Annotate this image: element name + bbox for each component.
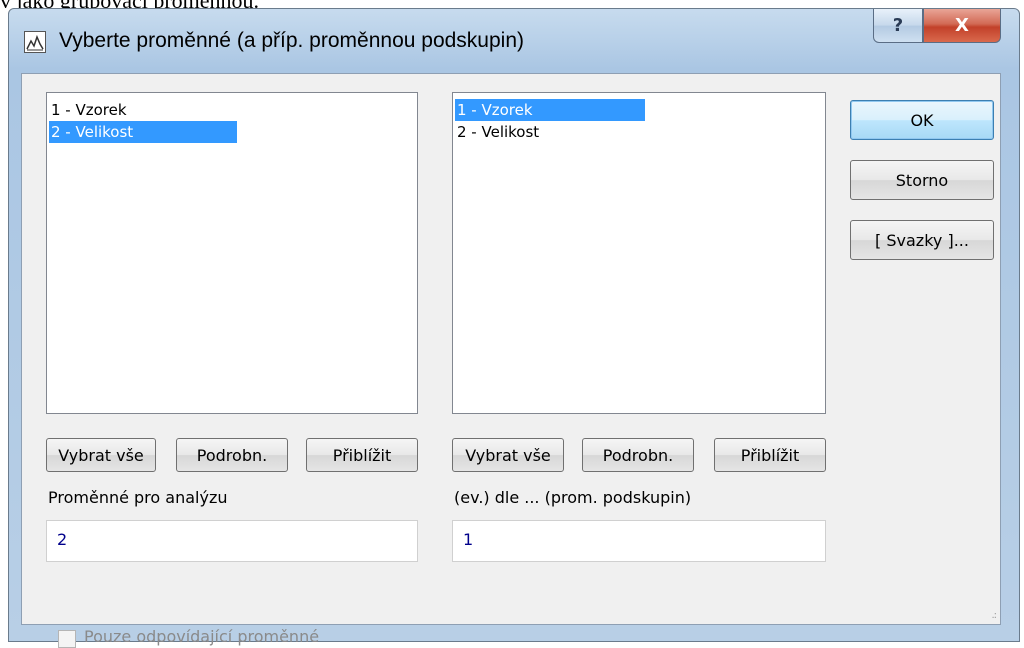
close-icon: X (955, 15, 969, 36)
title-bar: Vyberte proměnné (a příp. proměnnou pods… (9, 9, 1019, 73)
grouping-variables-listbox[interactable]: 1 - Vzorek 2 - Velikost (452, 92, 826, 414)
right-details-button[interactable]: Podrobn. (582, 438, 694, 472)
help-icon: ? (892, 15, 904, 36)
right-select-all-button[interactable]: Vybrat vše (452, 438, 564, 472)
left-select-all-button[interactable]: Vybrat vše (46, 438, 156, 472)
cancel-button[interactable]: Storno (850, 160, 994, 200)
analysis-variables-label: Proměnné pro analýzu (48, 488, 228, 507)
grouping-variables-label: (ev.) dle ... (prom. podskupin) (454, 488, 692, 507)
dialog-client: 1 - Vzorek 2 - Velikost Vybrat vše Podro… (21, 73, 1001, 648)
window-title: Vyberte proměnné (a příp. proměnnou pods… (59, 29, 524, 52)
dialog-window: Vyberte proměnné (a příp. proměnnou pods… (8, 8, 1020, 648)
resize-grip-icon[interactable]: .: (991, 610, 996, 621)
ok-button[interactable]: OK (850, 100, 994, 140)
variables-listbox[interactable]: 1 - Vzorek 2 - Velikost (46, 92, 418, 414)
close-button[interactable]: X (923, 9, 1001, 43)
matching-variables-label: Pouze odpovídající proměnné (84, 627, 320, 646)
list-item-velikost[interactable]: 2 - Velikost (455, 121, 541, 143)
grouping-variables-field[interactable]: 1 (452, 520, 826, 562)
list-item-velikost[interactable]: 2 - Velikost (49, 121, 237, 143)
help-button[interactable]: ? (873, 9, 923, 43)
list-item-vzorek[interactable]: 1 - Vzorek (455, 99, 645, 121)
bundles-button[interactable]: [ Svazky ]... (850, 220, 994, 260)
matching-variables-checkbox[interactable] (58, 630, 76, 648)
list-item-vzorek[interactable]: 1 - Vzorek (49, 99, 129, 121)
right-zoom-button[interactable]: Přiblížit (714, 438, 826, 472)
left-details-button[interactable]: Podrobn. (176, 438, 288, 472)
chart-app-icon (24, 31, 46, 53)
left-zoom-button[interactable]: Přiblížit (306, 438, 418, 472)
analysis-variables-field[interactable]: 2 (46, 520, 418, 562)
